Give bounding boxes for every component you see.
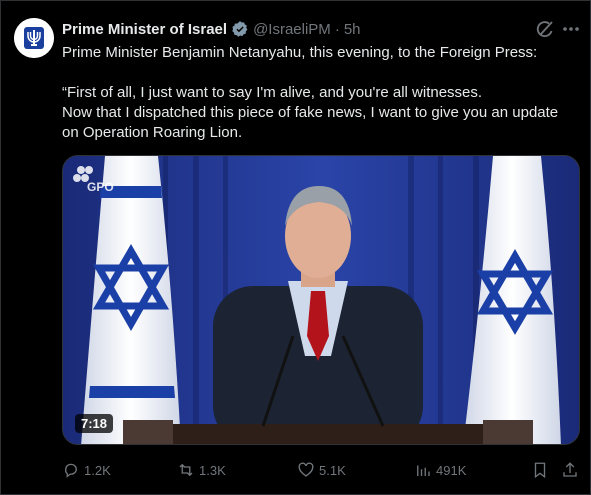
more-icon[interactable] bbox=[561, 19, 581, 39]
video-duration: 7:18 bbox=[75, 414, 114, 433]
verified-badge-icon[interactable] bbox=[231, 20, 249, 38]
like-count: 5.1K bbox=[319, 462, 346, 478]
author-handle[interactable]: @IsraeliPM bbox=[253, 21, 331, 38]
like-button[interactable]: 5.1K bbox=[297, 460, 346, 480]
views-icon bbox=[417, 465, 430, 476]
repost-count: 1.3K bbox=[199, 462, 226, 478]
reply-icon bbox=[64, 463, 77, 478]
post-text-quote: “First of all, I just want to say I'm al… bbox=[62, 84, 559, 141]
post-text-intro: Prime Minister Benjamin Netanyahu, this … bbox=[62, 44, 538, 61]
grok-icon[interactable] bbox=[535, 19, 555, 39]
author-name[interactable]: Prime Minister of Israel bbox=[62, 21, 227, 38]
post-text: Prime Minister Benjamin Netanyahu, this … bbox=[62, 43, 577, 143]
like-icon bbox=[298, 462, 314, 477]
gpo-watermark: GPO bbox=[87, 180, 114, 194]
post-header: Prime Minister of Israel @IsraeliPM · 5h bbox=[62, 19, 361, 39]
repost-button[interactable]: 1.3K bbox=[177, 460, 226, 480]
video-player[interactable]: GPO 7:18 bbox=[62, 155, 580, 445]
bookmark-button[interactable] bbox=[531, 460, 549, 480]
share-icon bbox=[563, 462, 577, 477]
video-thumbnail bbox=[63, 156, 579, 444]
reply-button[interactable]: 1.2K bbox=[62, 460, 111, 480]
views-button[interactable]: 491K bbox=[414, 460, 466, 480]
repost-icon bbox=[179, 463, 193, 477]
bookmark-icon bbox=[534, 462, 546, 479]
reply-count: 1.2K bbox=[84, 462, 111, 478]
state-emblem-icon bbox=[14, 18, 54, 58]
views-count: 491K bbox=[436, 462, 467, 478]
avatar[interactable] bbox=[14, 18, 54, 58]
separator-dot: · bbox=[334, 20, 340, 38]
post-timestamp[interactable]: 5h bbox=[344, 21, 361, 38]
share-button[interactable] bbox=[561, 460, 579, 480]
